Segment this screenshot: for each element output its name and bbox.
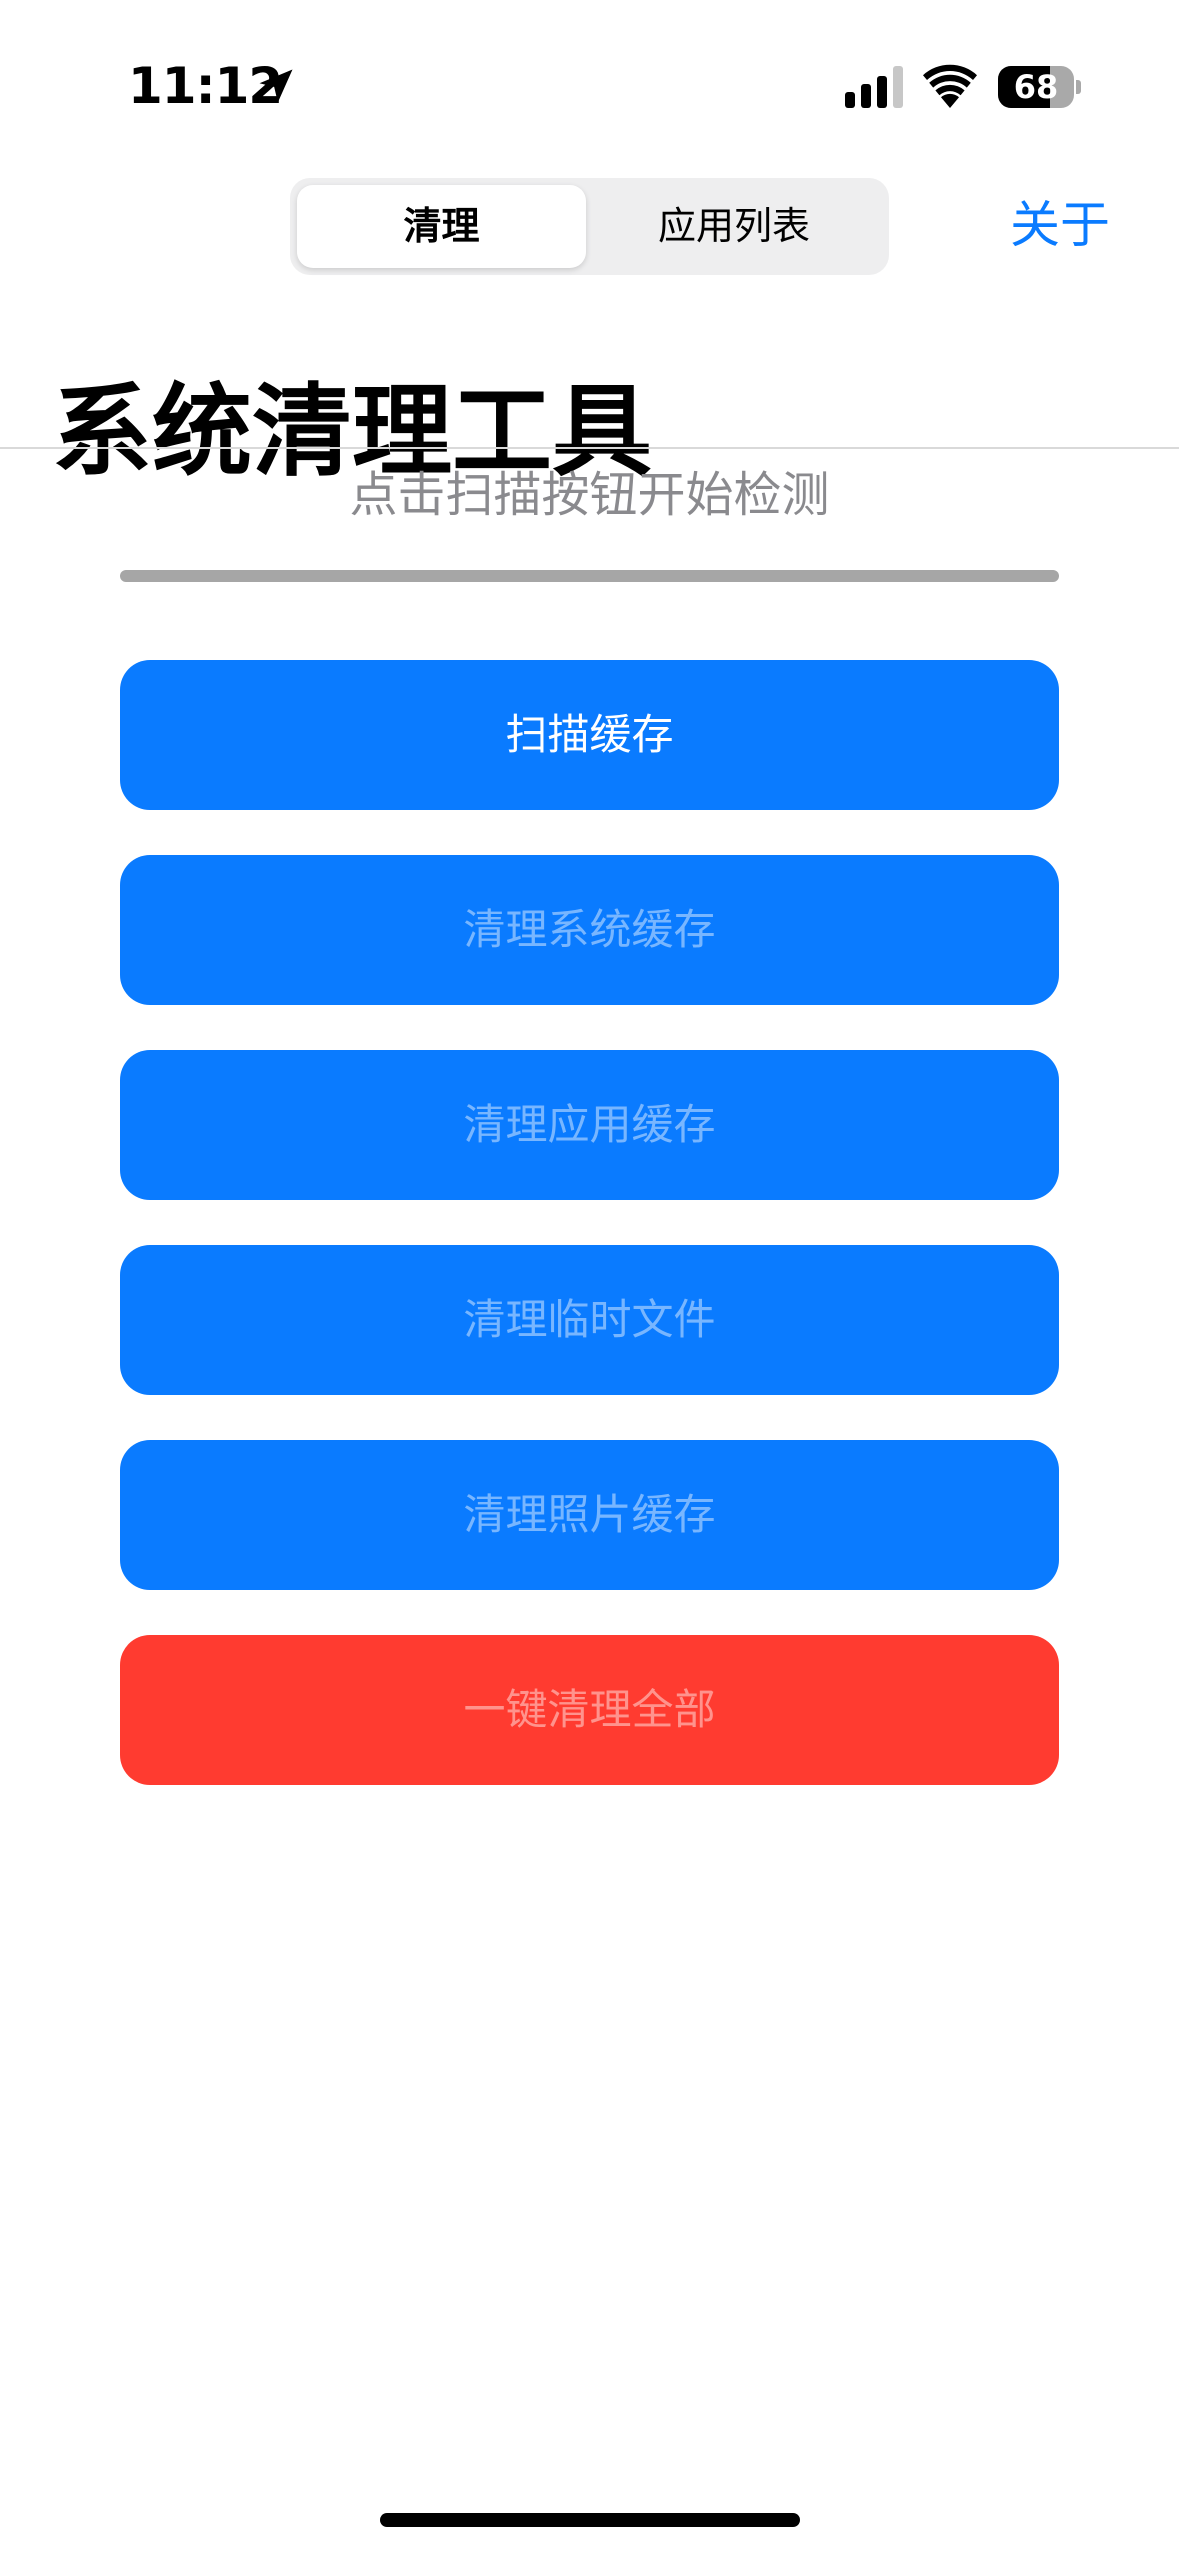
segmented-control: 清理 应用列表 <box>290 178 889 275</box>
home-indicator <box>380 2513 800 2527</box>
battery-body: 68 <box>998 66 1074 108</box>
location-arrow-icon <box>259 69 293 103</box>
scan-status-text: 点击扫描按钮开始检测 <box>349 467 830 523</box>
about-button[interactable]: 关于 <box>1010 190 1160 260</box>
cellular-signal-icon <box>845 66 903 108</box>
status-bar: 11:12 68 <box>0 0 1179 170</box>
clean-all-button[interactable]: 一键清理全部 <box>120 1635 1059 1785</box>
segment-app-list[interactable]: 应用列表 <box>586 185 882 268</box>
battery-percent: 68 <box>1013 68 1059 106</box>
clean-photo-cache-button[interactable]: 清理照片缓存 <box>120 1440 1059 1590</box>
wifi-icon <box>923 64 977 108</box>
battery-icon: 68 <box>998 66 1081 108</box>
scan-cache-button[interactable]: 扫描缓存 <box>120 660 1059 810</box>
scan-progress-bar <box>120 570 1059 582</box>
segment-clean[interactable]: 清理 <box>297 185 586 268</box>
nav-divider <box>0 447 1179 449</box>
clean-app-cache-button[interactable]: 清理应用缓存 <box>120 1050 1059 1200</box>
action-buttons: 扫描缓存 清理系统缓存 清理应用缓存 清理临时文件 清理照片缓存 一键清理全部 <box>120 660 1059 1830</box>
battery-cap <box>1076 80 1081 94</box>
clean-temp-files-button[interactable]: 清理临时文件 <box>120 1245 1059 1395</box>
clean-system-cache-button[interactable]: 清理系统缓存 <box>120 855 1059 1005</box>
